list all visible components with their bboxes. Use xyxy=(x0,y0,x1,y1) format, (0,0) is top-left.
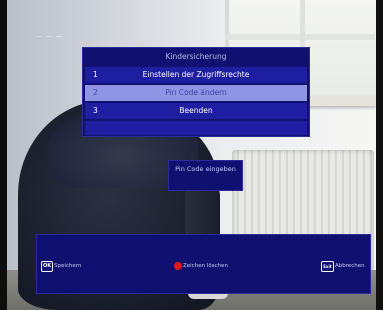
parental-control-menu: Kindersicherung 1 Einstellen der Zugriff… xyxy=(82,47,310,137)
key-help-bar: OK Speichern Zeichen löschen Exit Abbreche… xyxy=(36,234,371,294)
ok-key-label: Speichern xyxy=(54,263,82,269)
exit-key-label: Abbrechen xyxy=(335,263,365,269)
frame-left xyxy=(0,0,7,310)
pin-prompt: Pin Code eingeben xyxy=(175,165,236,173)
ok-save-hint[interactable]: OK Speichern xyxy=(41,260,81,272)
menu-item-label: Pin Code ändern xyxy=(165,88,227,97)
menu-item-label: Beenden xyxy=(179,106,213,115)
ok-key-icon: OK xyxy=(41,260,53,272)
frame-right xyxy=(376,0,383,310)
channel-logo: — — — xyxy=(36,33,63,40)
menu-item-access-rights[interactable]: 1 Einstellen der Zugriffsrechte xyxy=(85,67,307,83)
pin-entry-box[interactable]: Pin Code eingeben xyxy=(168,160,243,191)
red-key-label: Zeichen löschen xyxy=(183,263,228,269)
red-delete-hint[interactable]: Zeichen löschen xyxy=(174,260,228,272)
menu-empty-row xyxy=(85,121,307,135)
menu-item-change-pin[interactable]: 2 Pin Code ändern xyxy=(85,85,307,101)
exit-key-icon: Exit xyxy=(321,260,334,272)
menu-item-label: Einstellen der Zugriffsrechte xyxy=(142,70,250,79)
red-dot-icon xyxy=(174,262,182,270)
menu-item-exit[interactable]: 3 Beenden xyxy=(85,103,307,119)
exit-cancel-hint[interactable]: Exit Abbrechen xyxy=(321,260,365,272)
menu-title: Kindersicherung xyxy=(165,52,227,61)
